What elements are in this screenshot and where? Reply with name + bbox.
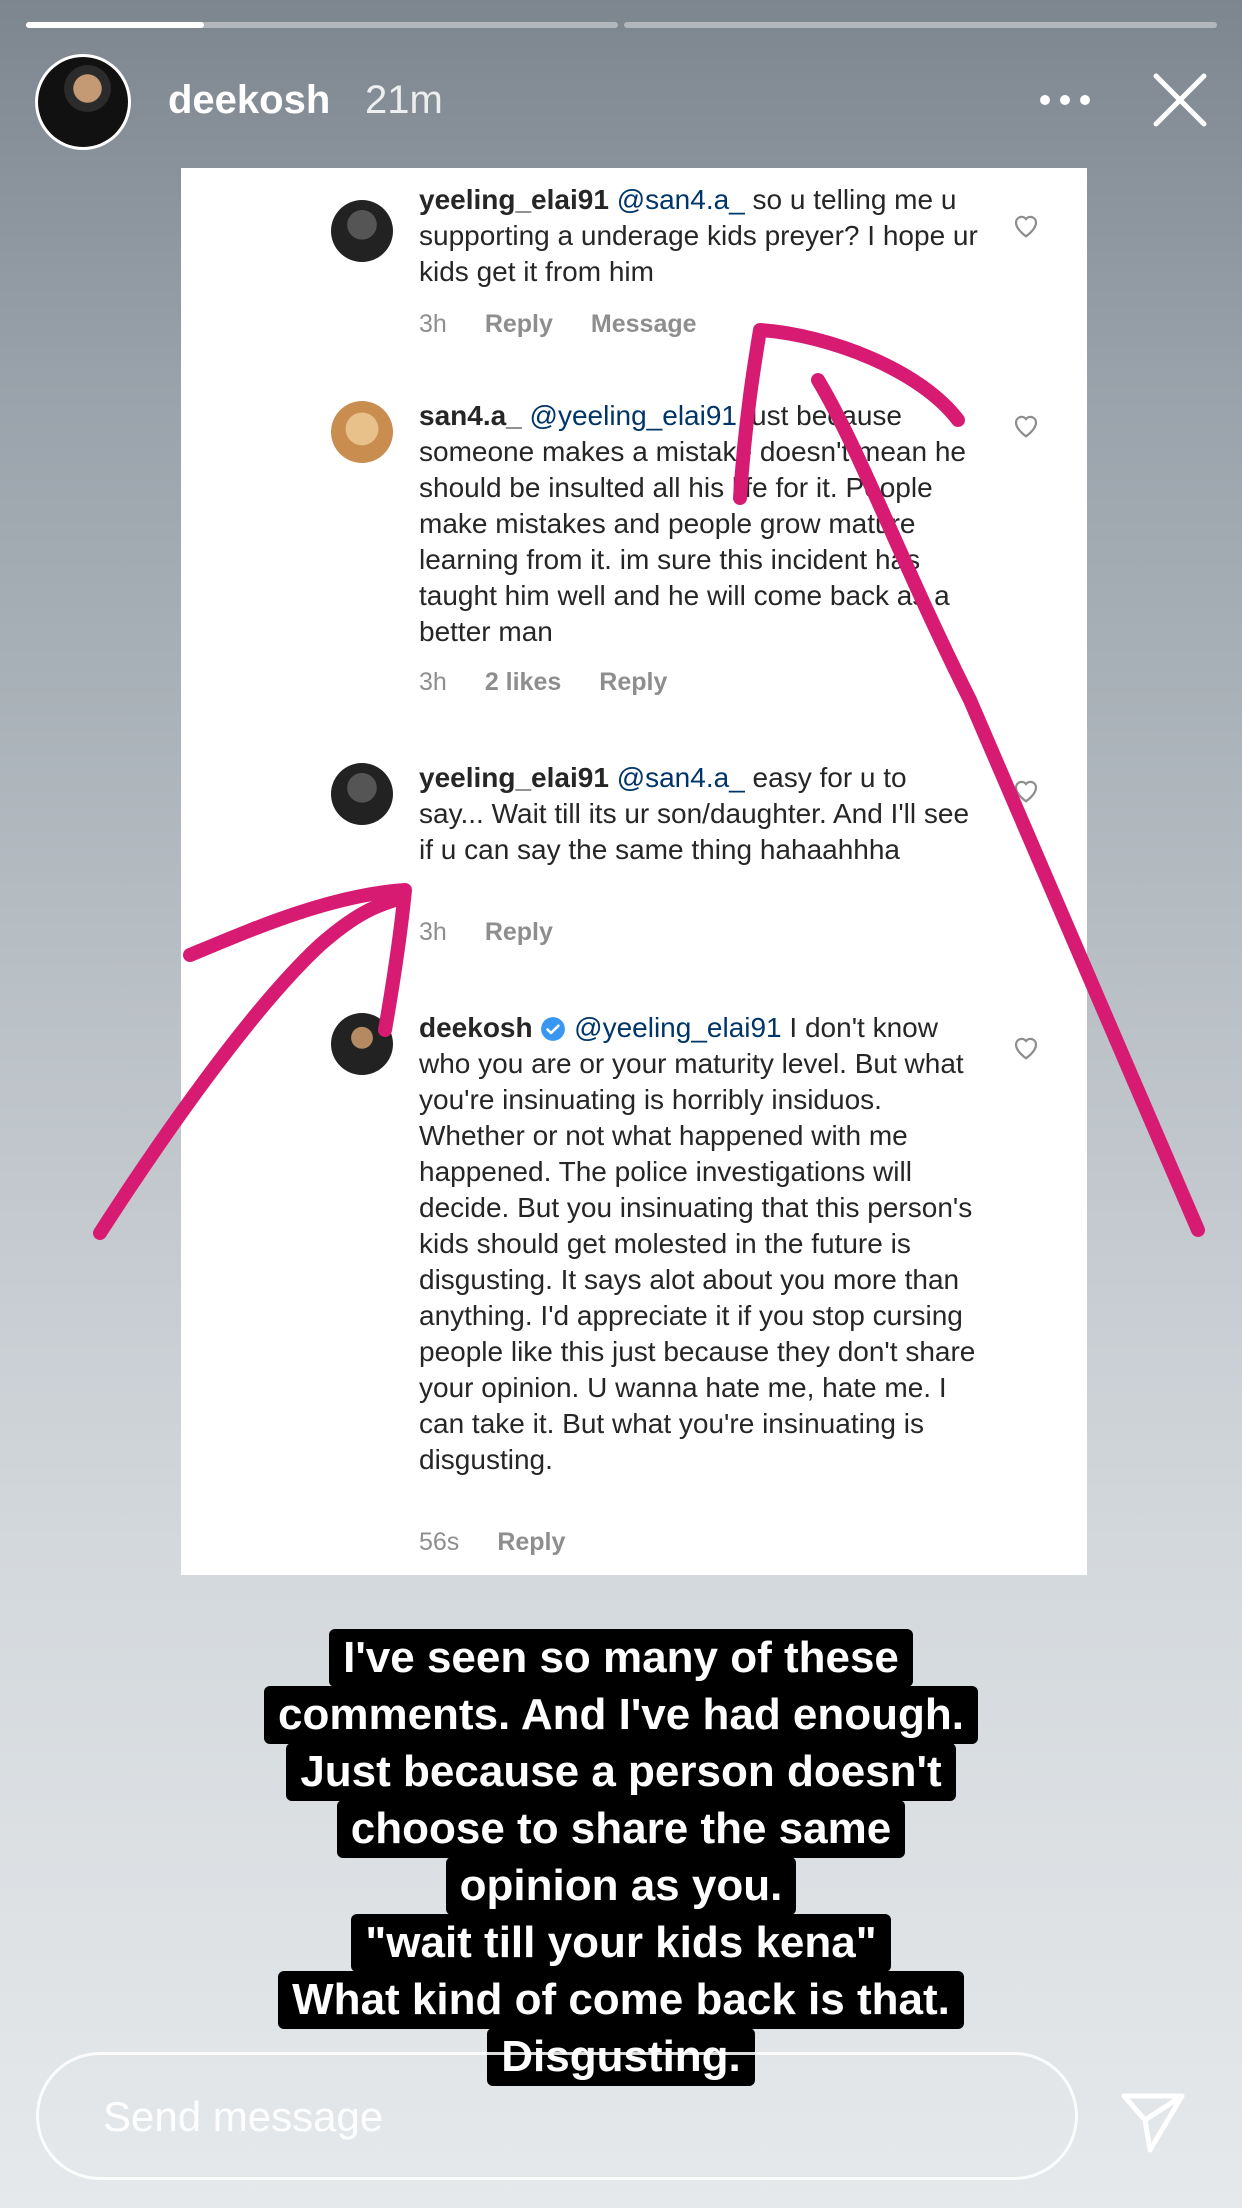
comment-mention: @yeeling_elai91	[529, 400, 737, 431]
caption-line: choose to share the same	[336, 1800, 906, 1858]
comment-meta: 3h Reply	[419, 918, 591, 947]
verified-icon	[541, 1017, 566, 1041]
comment-meta: 3h Reply Message	[419, 310, 735, 339]
comment-time: 3h	[419, 668, 447, 696]
send-icon[interactable]	[1118, 2086, 1188, 2156]
caption-line: opinion as you.	[445, 1857, 797, 1915]
reply-button[interactable]: Reply	[599, 668, 667, 696]
comment-text: yeeling_elai91 @san4.a_ easy for u to sa…	[419, 760, 979, 868]
send-message-input[interactable]	[101, 2083, 1005, 2151]
story-username[interactable]: deekosh	[168, 78, 330, 123]
caption-line: Just because a person doesn't	[286, 1743, 956, 1801]
heart-icon[interactable]	[1011, 1032, 1041, 1062]
story-header: deekosh 21m	[35, 52, 1212, 152]
comment-body: just because someone makes a mistake doe…	[419, 400, 966, 647]
comment-text: deekosh @yeeling_elai91 I don't know who…	[419, 1010, 979, 1478]
comment-username: yeeling_elai91	[419, 762, 609, 793]
comment-avatar	[331, 401, 393, 463]
likes-count[interactable]: 2 likes	[485, 668, 561, 696]
comment-time: 56s	[419, 1528, 460, 1556]
send-message-box[interactable]	[36, 2052, 1078, 2180]
comment-screenshot: yeeling_elai91 @san4.a_ so u telling me …	[181, 168, 1087, 1575]
comment-avatar	[331, 200, 393, 262]
caption-line: What kind of come back is that.	[278, 1971, 964, 2029]
comment-username: san4.a_	[419, 400, 522, 431]
heart-icon[interactable]	[1011, 775, 1041, 805]
close-icon[interactable]	[1150, 70, 1210, 130]
comment-time: 3h	[419, 310, 447, 338]
comment-avatar	[331, 763, 393, 825]
reply-button[interactable]: Reply	[485, 310, 553, 338]
comment-username: deekosh	[419, 1012, 533, 1043]
story-caption: I've seen so many of these comments. And…	[0, 1628, 1242, 2086]
reply-button[interactable]: Reply	[485, 918, 553, 946]
comment-mention: @yeeling_elai91	[574, 1012, 782, 1043]
avatar[interactable]	[35, 54, 131, 150]
reply-button[interactable]: Reply	[497, 1528, 565, 1556]
story-progress-1	[26, 22, 618, 28]
comment-meta: 56s Reply	[419, 1528, 603, 1557]
story-progress-2	[624, 22, 1217, 28]
comment-username: yeeling_elai91	[419, 184, 609, 215]
message-button[interactable]: Message	[591, 310, 697, 338]
comment-meta: 3h 2 likes Reply	[419, 668, 705, 697]
comment-mention: @san4.a_	[616, 184, 745, 215]
comment-time: 3h	[419, 918, 447, 946]
comment-mention: @san4.a_	[616, 762, 745, 793]
heart-icon[interactable]	[1011, 410, 1041, 440]
caption-line: comments. And I've had enough.	[263, 1686, 979, 1744]
heart-icon[interactable]	[1011, 210, 1041, 240]
more-icon[interactable]	[1035, 80, 1095, 120]
caption-line: "wait till your kids kena"	[351, 1914, 891, 1972]
comment-text: yeeling_elai91 @san4.a_ so u telling me …	[419, 182, 979, 290]
comment-text: san4.a_ @yeeling_elai91 just because som…	[419, 398, 979, 650]
story-time: 21m	[365, 78, 443, 122]
comment-body: I don't know who you are or your maturit…	[419, 1012, 976, 1475]
caption-line: I've seen so many of these	[329, 1629, 913, 1687]
comment-avatar	[331, 1013, 393, 1075]
